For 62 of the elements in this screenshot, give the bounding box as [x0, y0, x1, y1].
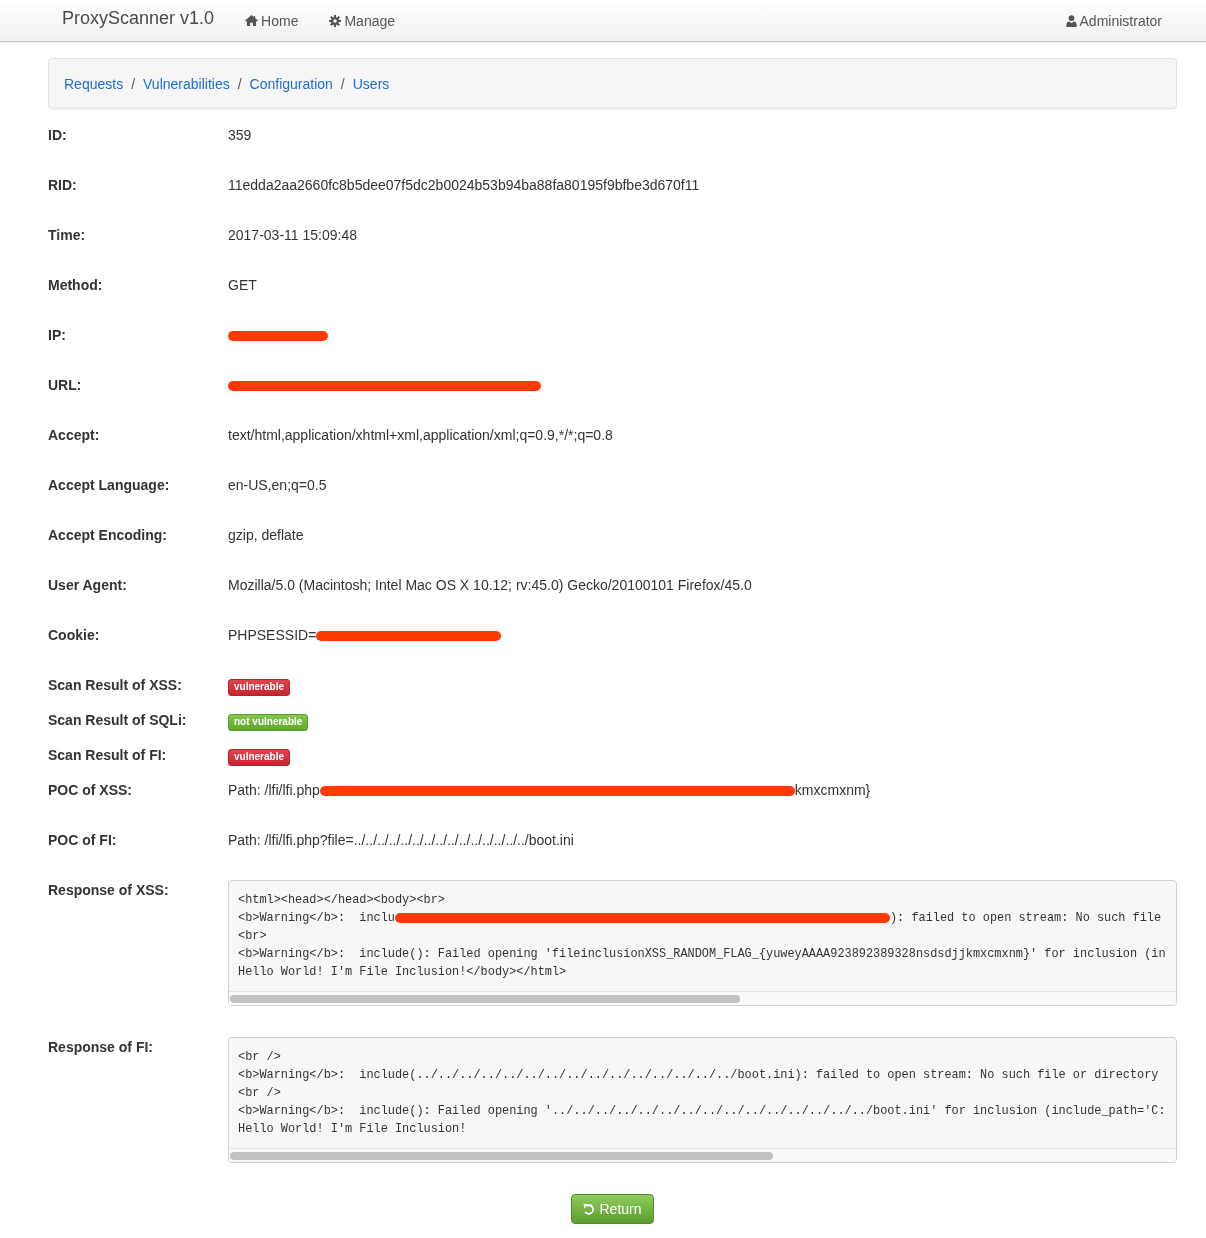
field-value: Path: /lfi/lfi.php [228, 782, 320, 798]
breadcrumb-separator: / [131, 74, 136, 94]
field-label: Scan Result of FI: [48, 746, 168, 765]
breadcrumb-link[interactable]: Requests [64, 73, 124, 94]
field-label: Scan Result of XSS: [48, 676, 183, 695]
field-value: 359 [228, 127, 252, 143]
field-value: Mozilla/5.0 (Macintosh; Intel Mac OS X 10.12; rv:45.0) Gecko/20100101 Firefox/45.0 [228, 577, 752, 593]
field-label: URL: [48, 376, 83, 395]
code-text: Hello World! I'm File Inclusion!</body></html> [238, 965, 567, 979]
field-value: 11edda2aa2660fc8b5dee07f5dc2b0024b53b94ba88fa80195f9bfbe3d670f11 [228, 177, 700, 193]
field-value: gzip, deflate [228, 527, 304, 543]
breadcrumb-link[interactable]: Vulnerabilities [143, 73, 230, 94]
field-label: RID: [48, 176, 78, 195]
field-value: 2017-03-11 15:09:48 [228, 227, 357, 243]
field-label: POC of XSS: [48, 781, 133, 800]
field-label: ID: [48, 126, 68, 145]
status-badge: not vulnerable [228, 713, 309, 731]
code-text: ): failed to open stream: No such file [890, 911, 1162, 925]
field-value: text/html,application/xhtml+xml,application/xml;q=0.9,*/*;q=0.8 [228, 427, 613, 443]
breadcrumb-separator: / [340, 74, 345, 94]
brand-title[interactable]: ProxyScanner v1.0 [62, 7, 215, 29]
field-label: Accept Language: [48, 476, 171, 495]
code-text: <br> [238, 929, 267, 943]
field-label: Time: [48, 226, 87, 245]
field-value: kmxcmxnm} [794, 782, 871, 798]
status-badge: vulnerable [228, 748, 291, 766]
field-label: POC of FI: [48, 831, 118, 850]
code-text: Hello World! I'm File Inclusion! [238, 1122, 467, 1136]
code-text: <b>Warning</b>: include(../../../../../../../../../../../../../../../boot.ini): failed to open stream: No such file or directory [238, 1068, 1159, 1082]
breadcrumb-link[interactable]: Configuration [249, 73, 333, 94]
code-text: <br /> [238, 1086, 281, 1100]
user-menu-link[interactable]: Administrator [1065, 10, 1162, 31]
field-label: Accept Encoding: [48, 526, 168, 545]
field-value: PHPSESSID= [228, 627, 317, 643]
home-icon [245, 15, 259, 26]
code-text: <b>Warning</b>: include(): Failed opening 'fileinclusionXSS_RANDOM_FLAG_{yuweyAAAA923892389328nsdsdjjkmxcmxnm}' for inclusion (in [238, 947, 1166, 961]
scrollbar-thumb[interactable] [230, 1152, 773, 1160]
field-value: en-US,en;q=0.5 [228, 477, 327, 493]
breadcrumb-link[interactable]: Users [352, 73, 390, 94]
status-badge: vulnerable [228, 678, 291, 696]
scrollbar-thumb[interactable] [230, 995, 740, 1003]
code-text: <br /> [238, 1050, 281, 1064]
field-label: Response of FI: [48, 1038, 154, 1057]
field-value: GET [228, 277, 257, 293]
return-button[interactable]: Return [571, 1194, 654, 1224]
field-label: Scan Result of SQLi: [48, 711, 188, 730]
circular-arrow-icon [583, 1203, 596, 1215]
gear-icon [329, 14, 342, 27]
user-icon [1065, 14, 1077, 27]
field-label: Method: [48, 276, 104, 295]
field-label: Response of XSS: [48, 881, 170, 900]
nav-link[interactable]: Manage [329, 10, 396, 31]
field-label: Accept: [48, 426, 101, 445]
field-label: User Agent: [48, 576, 128, 595]
field-label: Cookie: [48, 626, 101, 645]
field-value: Path: /lfi/lfi.php?file=../../../../../../../../../../../../../../../boot.ini [228, 832, 574, 848]
breadcrumb-separator: / [237, 74, 242, 94]
nav-link[interactable]: Home [245, 10, 299, 31]
code-text: <html><head></head><body><br> [238, 893, 445, 907]
code-text: <b>Warning</b>: include(): Failed opening '../../../../../../../../../../../../../../../boot.ini' for inclusion (include_path='C: [238, 1104, 1166, 1118]
code-text: <b>Warning</b>: inclu [238, 911, 395, 925]
field-label: IP: [48, 326, 67, 345]
